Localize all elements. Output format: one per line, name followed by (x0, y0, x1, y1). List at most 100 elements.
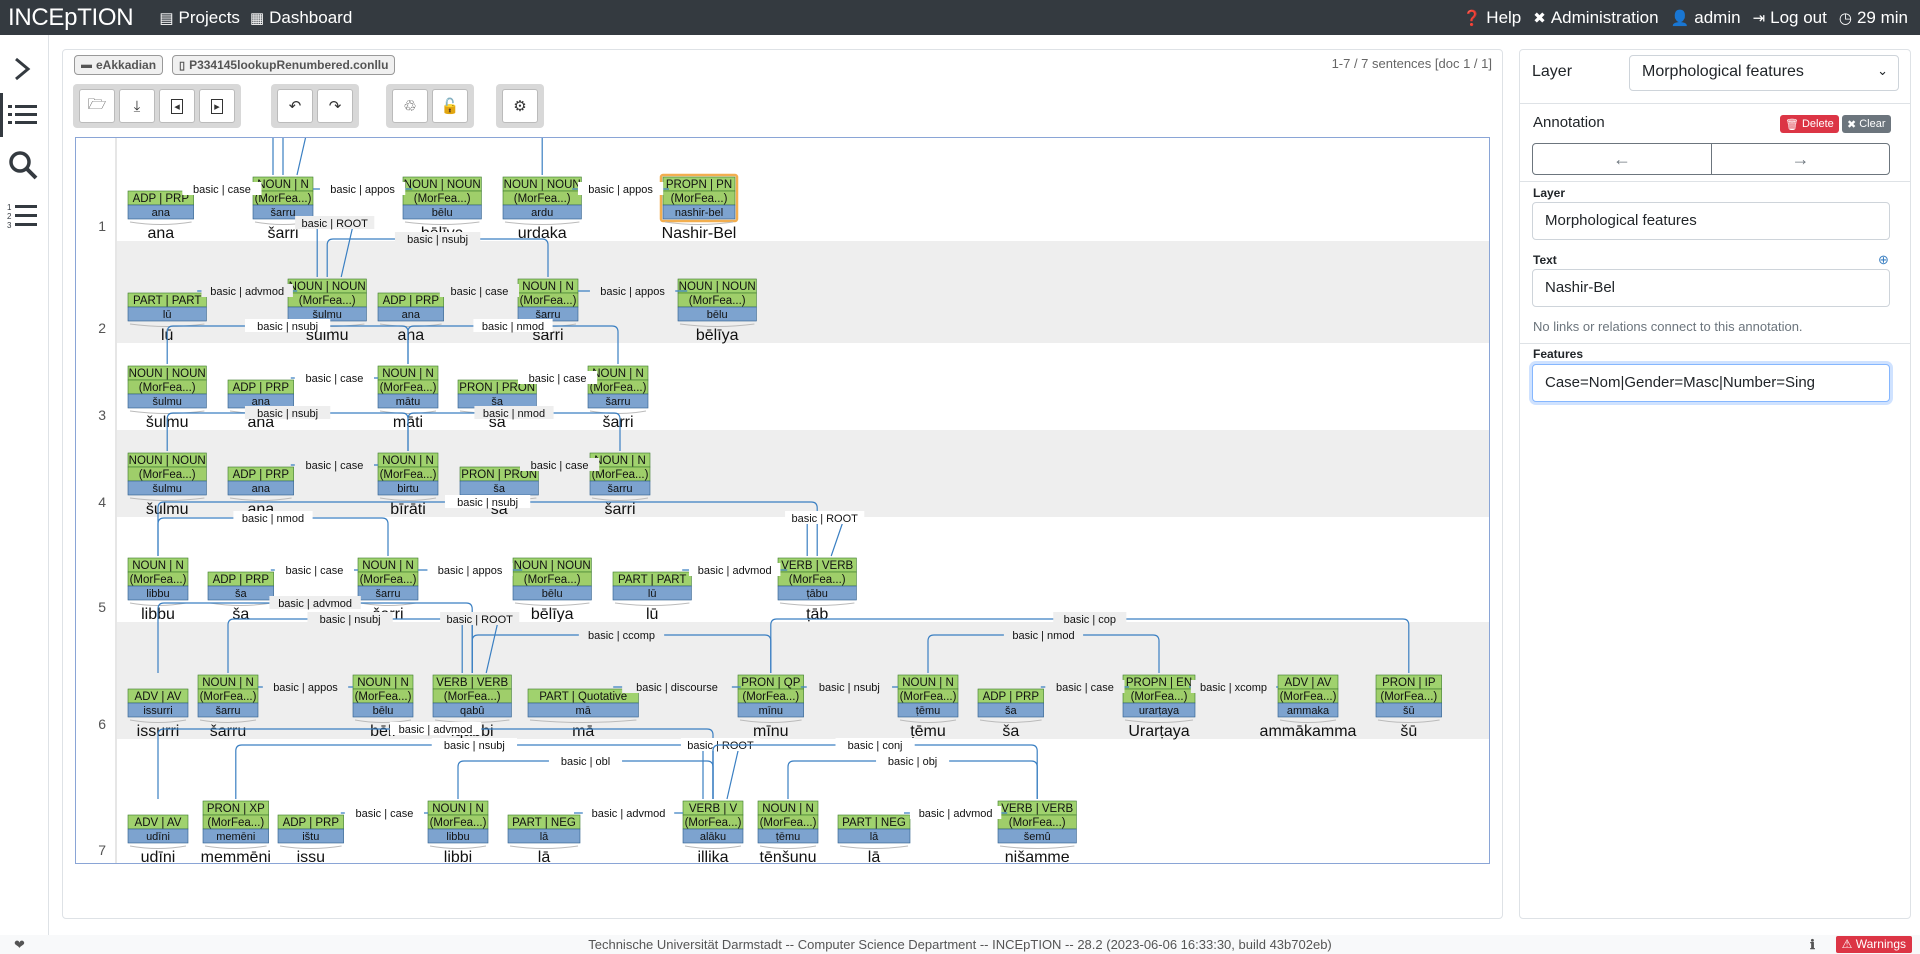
arc-label[interactable]: basic | appos (273, 682, 338, 694)
breadcrumb-document[interactable]: ▯ P334145lookupRenumbered.conllu (172, 55, 396, 75)
token-text[interactable]: udīni (141, 849, 176, 864)
token-text[interactable]: ša (1002, 723, 1019, 740)
token-annotation[interactable]: ADV | AV udīni udīni (127, 814, 189, 864)
token-text[interactable]: Urarṭaya (1128, 723, 1189, 740)
token-text[interactable]: ṭāb (806, 606, 828, 623)
dependency-arc[interactable]: basic | appos (313, 182, 413, 196)
arc-label[interactable]: basic | nsubj (819, 682, 880, 694)
arc-label[interactable]: basic | case (305, 373, 363, 385)
token-text[interactable]: ana (147, 225, 174, 242)
arc-label[interactable]: basic | appos (600, 286, 665, 298)
arc-label[interactable]: basic | nmod (482, 321, 544, 333)
dependency-arc[interactable]: basic | nsubj (282, 138, 543, 175)
token-text[interactable]: šū (1400, 723, 1417, 740)
token-text[interactable]: ša (232, 606, 249, 623)
list-icon[interactable] (6, 99, 40, 131)
arc-label[interactable]: basic | advmod (919, 808, 993, 820)
token-annotation[interactable]: PART | NEG lā lā (507, 814, 581, 864)
arc-label[interactable]: basic | case (531, 460, 589, 472)
nav-help[interactable]: ❓ Help (1463, 8, 1522, 28)
arc-label[interactable]: basic | obj (888, 756, 937, 768)
arc-label[interactable]: basic | advmod (278, 598, 352, 610)
arc-label[interactable]: basic | case (1056, 682, 1114, 694)
dependency-arc[interactable]: basic | xcomp (1189, 680, 1278, 694)
field-text-input[interactable]: Nashir-Bel (1532, 269, 1890, 307)
token-annotation[interactable]: ADP | PRP ša ša (207, 571, 274, 623)
warnings-button[interactable]: ⚠ Warnings (1835, 936, 1912, 953)
token-text[interactable]: lū (646, 606, 658, 623)
token-annotation[interactable]: PROPN | PN (MorFea...) nashir-bel Nashir-Be… (659, 173, 739, 242)
arc-label[interactable]: basic | ROOT (791, 513, 858, 525)
token-text[interactable]: illika (697, 849, 728, 864)
delete-button[interactable]: 🗑 Delete (1780, 115, 1839, 133)
export-document-button[interactable]: ⤓ (119, 89, 155, 123)
redo-button[interactable]: ↷ (317, 89, 353, 123)
dependency-arc[interactable]: basic | advmod (904, 806, 1008, 820)
arc-label[interactable]: basic | nsubj (407, 234, 468, 246)
token-text[interactable]: lā (868, 849, 881, 864)
dependency-arc[interactable]: basic | advmod (682, 563, 788, 577)
sentence-number[interactable]: 5 (98, 599, 106, 615)
token-text[interactable]: ṭēmu (910, 723, 946, 740)
token-annotation[interactable]: ADP | PRP ana ana (127, 190, 194, 242)
previous-document-button[interactable]: ◂ (159, 89, 195, 123)
info-icon[interactable]: ℹ (1810, 935, 1815, 954)
dependency-arc[interactable]: basic | nsubj (235, 738, 714, 799)
dependency-arc[interactable]: basic | appos (418, 563, 523, 577)
dependency-arc[interactable]: basic | conj (712, 738, 1038, 799)
dependency-arc[interactable]: basic | nsubj (800, 680, 898, 694)
token-text[interactable]: issu (297, 849, 325, 864)
arc-label[interactable]: basic | nsubj (444, 740, 505, 752)
finish-document-button[interactable]: 🔓 (432, 89, 468, 123)
token-text[interactable]: bēlīya (531, 606, 574, 623)
arc-label[interactable]: basic | nsubj (320, 614, 381, 626)
arc-label[interactable]: basic | ROOT (446, 614, 513, 626)
token-text[interactable]: memmēni (201, 849, 271, 864)
dependency-arc[interactable]: basic | appos (258, 680, 353, 694)
token-annotation[interactable]: NOUN | N (MorFea...) ṭēmu ṭēnšunu (757, 800, 819, 864)
arc-label[interactable]: basic | advmod (698, 565, 772, 577)
token-annotation[interactable]: NOUN | NOUN (MorFea...) bēlu bēlīya (512, 557, 592, 623)
dependency-arc[interactable]: basic | case (518, 371, 598, 385)
arc-label[interactable]: basic | obl (561, 756, 610, 768)
dependency-arc[interactable]: basic | case (182, 182, 262, 196)
dependency-arc[interactable]: basic | case (1040, 680, 1129, 694)
arc-label[interactable]: basic | nsubj (257, 321, 318, 333)
nav-dashboard[interactable]: ▦ Dashboard (250, 8, 352, 28)
nav-logout[interactable]: ⇥ Log out (1753, 8, 1827, 28)
chevron-right-icon[interactable] (6, 53, 40, 85)
token-text[interactable]: ṭēnšunu (760, 849, 817, 864)
token-text[interactable]: ammākamma (1260, 723, 1357, 740)
sentence-number[interactable]: 7 (98, 842, 106, 858)
ordered-list-icon[interactable]: 123 (6, 200, 40, 232)
dependency-arc[interactable]: basic | case (290, 458, 378, 472)
arc-label[interactable]: basic | advmod (210, 286, 284, 298)
dependency-arc[interactable]: basic | advmod (197, 284, 298, 298)
arc-label[interactable]: basic | case (355, 808, 413, 820)
dependency-arc[interactable]: basic | advmod (574, 806, 683, 820)
token-annotation[interactable]: PRON | XP (MorFea...) memēni memmēni (201, 800, 271, 864)
nav-administration[interactable]: ✖ Administration (1533, 8, 1658, 28)
previous-annotation-button[interactable]: ← (1532, 143, 1712, 175)
token-annotation[interactable]: NOUN | NOUN(MorFea...)arduurdaka (502, 176, 582, 242)
arc-label[interactable]: basic | conj (848, 740, 903, 752)
arc-label[interactable]: basic | nsubj (457, 497, 518, 509)
arc-label[interactable]: basic | nmod (483, 408, 545, 420)
clear-button[interactable]: ✖ Clear (1842, 115, 1891, 133)
token-annotation[interactable]: VERB | VERB (MorFea...) šemû nišamme (997, 800, 1077, 864)
arc-label[interactable]: basic | nmod (242, 513, 304, 525)
brand-logo[interactable]: INCEpTION (8, 4, 134, 32)
features-input[interactable]: Case=Nom|Gender=Masc|Number=Sing (1532, 364, 1890, 402)
token-text[interactable]: lā (538, 849, 551, 864)
arc-label[interactable]: basic | case (193, 184, 251, 196)
dependency-arc[interactable]: basic | discourse (613, 680, 741, 694)
token-text[interactable]: ana (397, 327, 424, 344)
dependency-arc[interactable]: basic | ROOT (680, 738, 761, 800)
token-text[interactable]: nišamme (1005, 849, 1070, 864)
sentence-number[interactable]: 2 (98, 320, 106, 336)
token-text[interactable]: bīrāti (390, 501, 426, 518)
arc-label[interactable]: basic | case (285, 565, 343, 577)
arc-label[interactable]: basic | nmod (1012, 630, 1074, 642)
arc-label[interactable]: basic | case (529, 373, 587, 385)
token-text[interactable]: šarri (267, 225, 298, 242)
